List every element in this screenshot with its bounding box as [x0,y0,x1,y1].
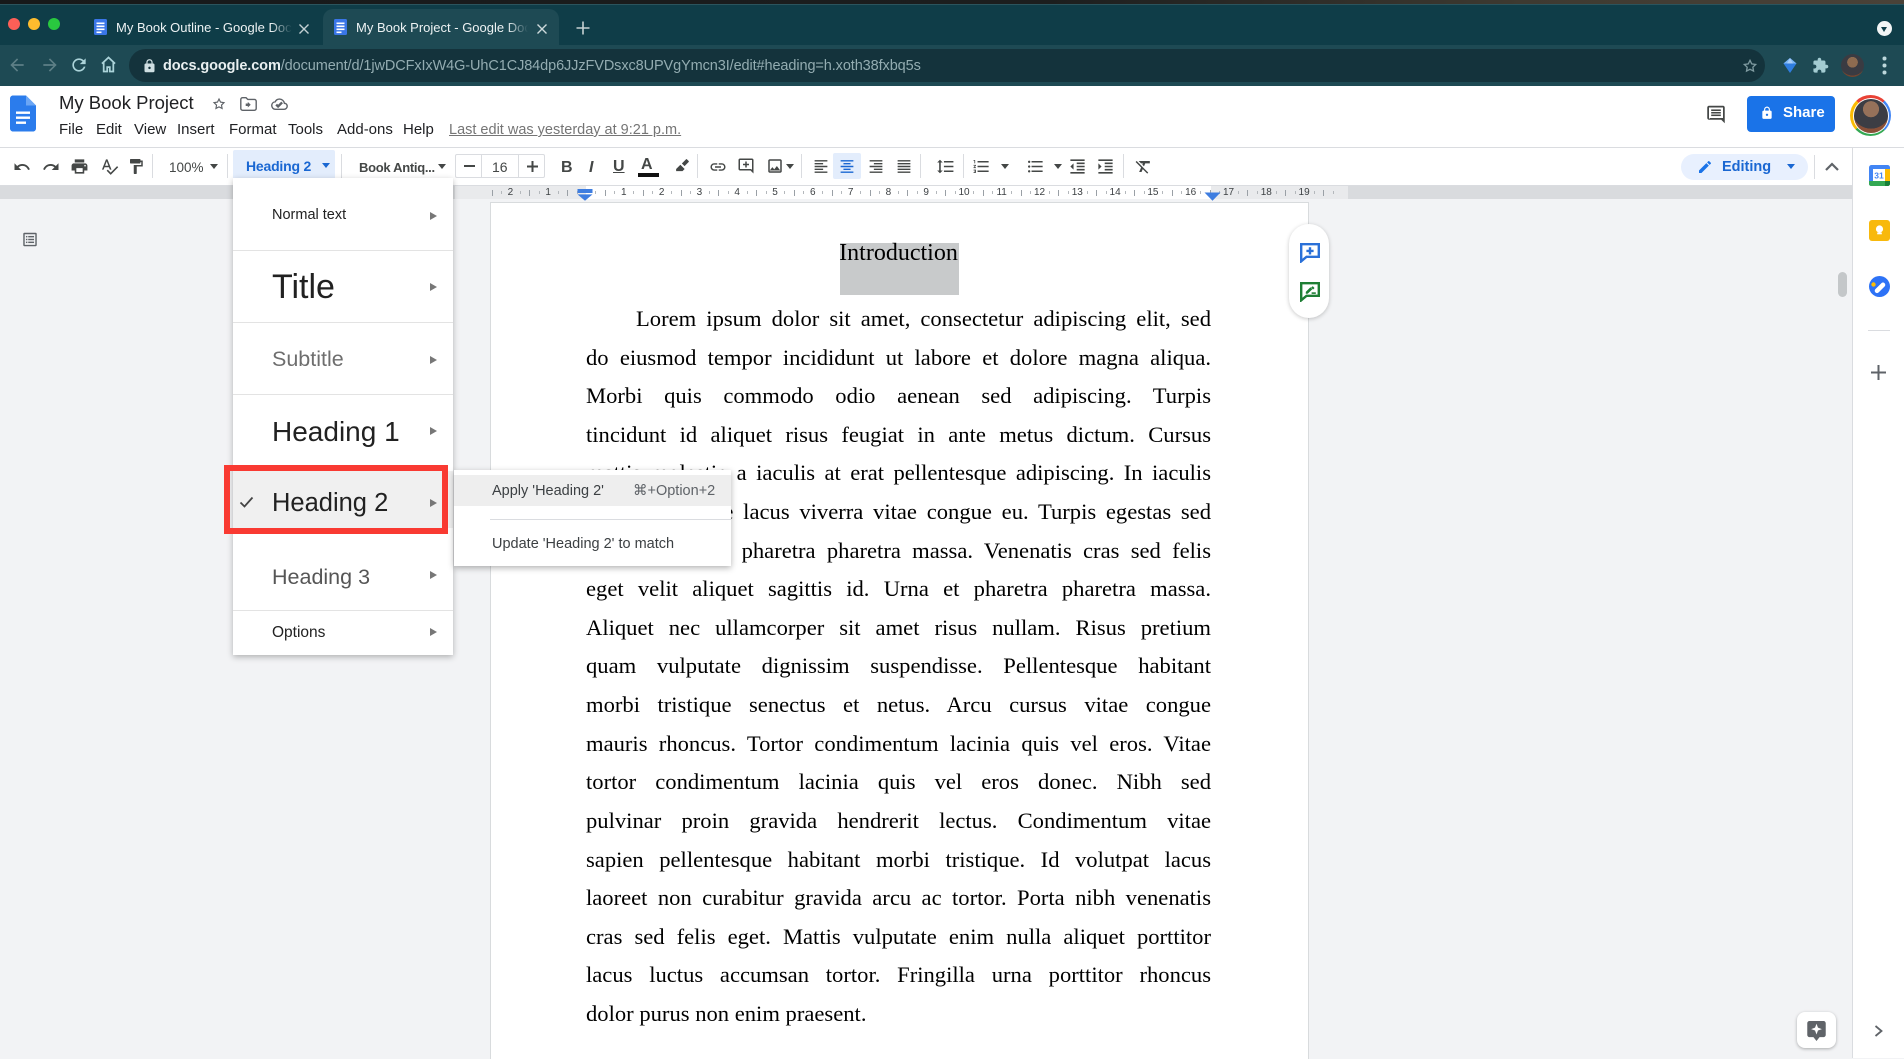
svg-text:31: 31 [1874,171,1884,181]
